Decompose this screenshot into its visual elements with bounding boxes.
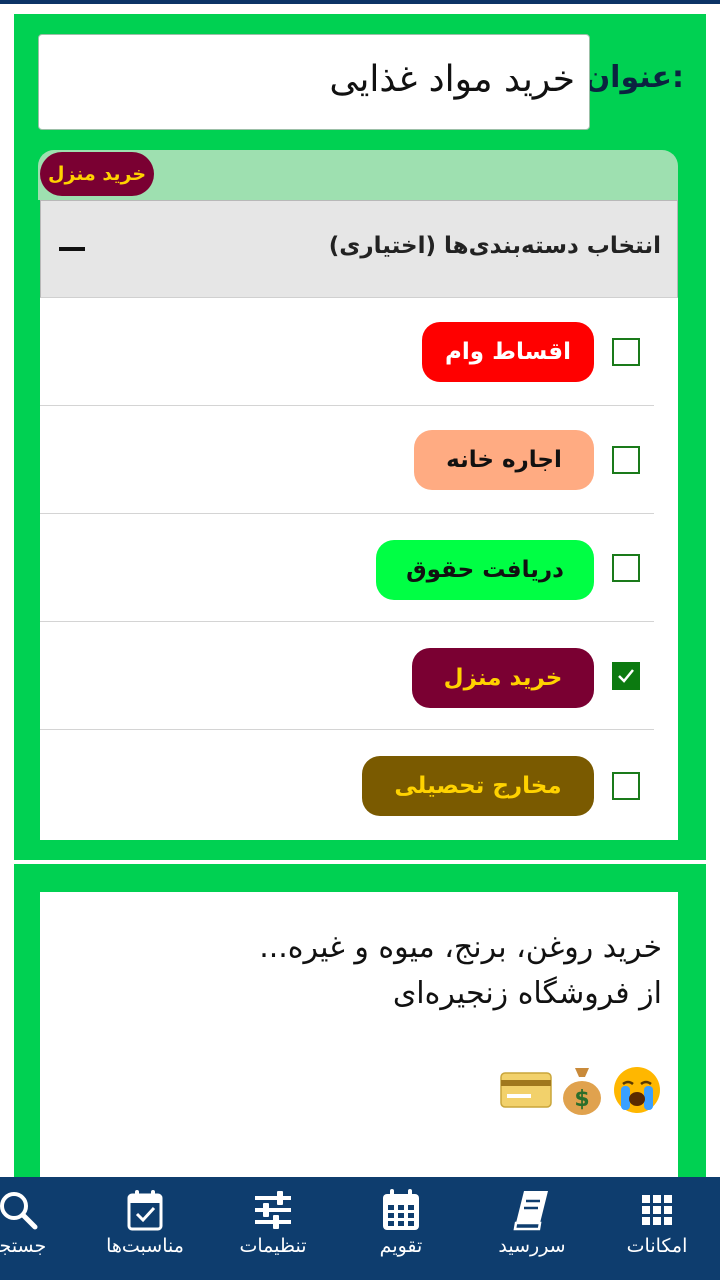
title-label: عنوان: [584, 60, 684, 95]
nav-item-search[interactable]: جستجو [0, 1177, 52, 1280]
sliders-icon [253, 1187, 293, 1233]
nav-label: تقویم [379, 1235, 423, 1257]
book-icon [512, 1187, 552, 1233]
category-checkbox-checked[interactable] [612, 662, 640, 690]
minus-icon[interactable] [59, 247, 85, 251]
nav-item-due-dates[interactable]: سررسید [490, 1177, 574, 1280]
category-checkbox[interactable] [612, 772, 640, 800]
category-pill[interactable]: اجاره خانه [414, 430, 594, 490]
category-section-title: انتخاب دسته‌بندی‌ها (اختیاری) [328, 233, 661, 259]
category-row-home-shopping[interactable]: خرید منزل [40, 622, 654, 730]
crying-face-icon [614, 1067, 660, 1113]
emoji-row: $ [500, 1064, 662, 1116]
search-icon [0, 1187, 38, 1233]
selected-tag-chip[interactable]: خرید منزل [40, 152, 154, 196]
category-section-header[interactable]: انتخاب دسته‌بندی‌ها (اختیاری) [40, 200, 678, 298]
nav-label: سررسید [498, 1235, 566, 1257]
credit-card-icon [500, 1072, 552, 1108]
money-bag-icon: $ [563, 1068, 601, 1115]
status-bar-line [0, 0, 720, 4]
category-pill[interactable]: خرید منزل [412, 648, 594, 708]
note-line: از فروشگاه زنجیره‌ای [392, 976, 662, 1011]
note-textarea[interactable]: خرید روغن، برنج، میوه و غیره... از فروشگ… [40, 892, 678, 1194]
category-row-loan[interactable]: اقساط وام [40, 298, 654, 406]
svg-text:$: $ [574, 1087, 589, 1112]
nav-item-settings[interactable]: تنظیمات [232, 1177, 314, 1280]
category-row-education[interactable]: مخارج تحصیلی [40, 730, 654, 838]
category-row-rent[interactable]: اجاره خانه [40, 406, 654, 514]
nav-label: تنظیمات [239, 1235, 307, 1257]
category-list: اقساط وام اجاره خانه دریافت حقوق خرید من… [40, 298, 678, 840]
category-checkbox[interactable] [612, 446, 640, 474]
nav-label: امکانات [626, 1235, 688, 1257]
category-row-salary[interactable]: دریافت حقوق [40, 514, 654, 622]
category-checkbox[interactable] [612, 338, 640, 366]
note-line: خرید روغن، برنج، میوه و غیره... [259, 930, 662, 965]
title-input[interactable]: خرید مواد غذایی [38, 34, 590, 130]
nav-item-occasions[interactable]: مناسبت‌ها [100, 1177, 190, 1280]
calendar-check-icon [127, 1187, 163, 1233]
grid-icon [641, 1187, 673, 1233]
nav-label: مناسبت‌ها [106, 1235, 184, 1257]
category-pill[interactable]: اقساط وام [422, 322, 594, 382]
nav-item-features[interactable]: امکانات [622, 1177, 692, 1280]
nav-label: جستجو [0, 1235, 47, 1257]
nav-item-calendar[interactable]: تقویم [366, 1177, 436, 1280]
calendar-icon [381, 1187, 421, 1233]
bottom-navigation: امکانات سررسید ت [0, 1177, 720, 1280]
category-checkbox[interactable] [612, 554, 640, 582]
category-pill[interactable]: مخارج تحصیلی [362, 756, 594, 816]
category-pill[interactable]: دریافت حقوق [376, 540, 594, 600]
